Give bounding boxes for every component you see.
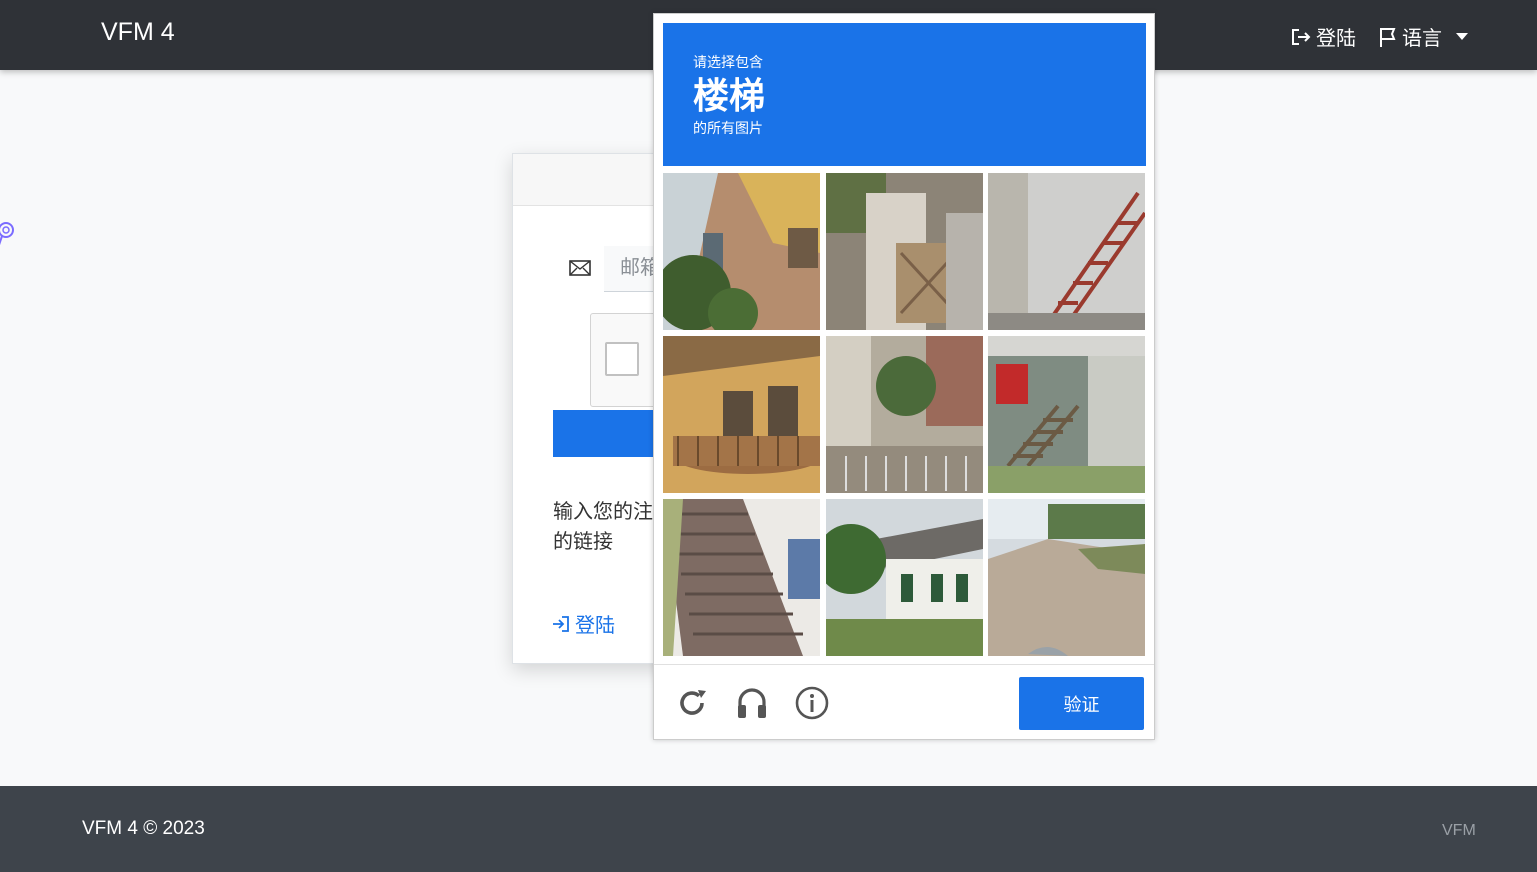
sign-in-icon: [553, 615, 569, 632]
copyright-text: VFM 4 © 2023: [82, 818, 205, 839]
nav-login-link[interactable]: 登陆: [1290, 22, 1356, 51]
captcha-tile-1[interactable]: [663, 173, 820, 330]
headphones-icon[interactable]: [734, 685, 770, 721]
captcha-tile-8[interactable]: [826, 499, 983, 656]
flag-icon: [1380, 27, 1396, 47]
captcha-image-grid: [663, 173, 1146, 656]
info-icon[interactable]: [794, 685, 830, 721]
captcha-tile-7[interactable]: [663, 499, 820, 656]
recaptcha-checkbox[interactable]: [605, 342, 639, 376]
captcha-footer: 验证: [654, 664, 1154, 740]
card-login-link[interactable]: 登陆: [551, 609, 615, 638]
nav-login-label: 登陆: [1316, 28, 1356, 50]
chevron-down-icon: [1456, 33, 1468, 40]
help-text: 输入您的注 的链接: [553, 501, 653, 553]
brand-logo[interactable]: VFM 4: [101, 18, 175, 47]
captcha-tile-5[interactable]: [826, 336, 983, 493]
captcha-instruction-suffix: 的所有图片: [693, 120, 763, 136]
language-label: 语言: [1402, 28, 1442, 50]
verify-button[interactable]: 验证: [1019, 677, 1144, 730]
captcha-tile-2[interactable]: [826, 173, 983, 330]
decorative-key-icon: [0, 222, 14, 246]
captcha-tile-6[interactable]: [988, 336, 1145, 493]
card-login-label: 登陆: [575, 615, 615, 637]
captcha-header: 请选择包含 楼梯 的所有图片: [663, 23, 1146, 166]
captcha-tile-9[interactable]: [988, 499, 1145, 656]
footer-vfm-link[interactable]: VFM: [1442, 822, 1476, 840]
reload-icon[interactable]: [674, 685, 710, 721]
captcha-tile-4[interactable]: [663, 336, 820, 493]
captcha-instruction: 请选择包含: [693, 54, 763, 70]
page-footer: VFM 4 © 2023 VFM: [0, 786, 1537, 872]
captcha-target: 楼梯: [693, 75, 766, 116]
sign-out-icon: [1292, 28, 1311, 45]
envelope-icon: [569, 260, 591, 276]
language-dropdown[interactable]: 语言: [1378, 22, 1468, 51]
captcha-challenge: 请选择包含 楼梯 的所有图片 验证: [653, 13, 1155, 740]
captcha-tile-3[interactable]: [988, 173, 1145, 330]
